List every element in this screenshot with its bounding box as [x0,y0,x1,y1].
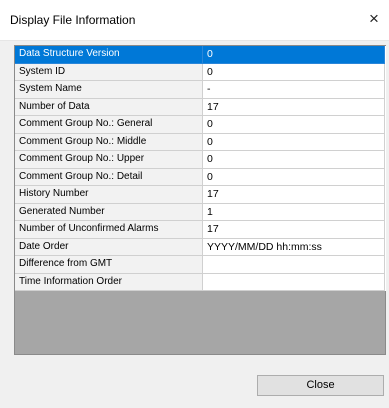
grid-row-date-order[interactable]: Date Order YYYY/MM/DD hh:mm:ss [15,238,386,256]
window-title: Display File Information [10,13,136,27]
grid-row-comment-group-middle[interactable]: Comment Group No.: Middle 0 [15,133,386,151]
grid-row-time-information-order[interactable]: Time Information Order [15,273,386,291]
row-label: Difference from GMT [15,256,203,274]
row-label: Data Structure Version [15,46,203,64]
grid-row-system-id[interactable]: System ID 0 [15,63,386,81]
row-label: Time Information Order [15,273,203,291]
row-value[interactable]: 0 [203,63,385,81]
file-info-grid[interactable]: Data Structure Version 0 System ID 0 Sys… [14,45,386,291]
row-label: Comment Group No.: Middle [15,133,203,151]
grid-row-comment-group-upper[interactable]: Comment Group No.: Upper 0 [15,151,386,169]
row-label: Number of Data [15,98,203,116]
row-label: History Number [15,186,203,204]
row-value[interactable]: 0 [203,133,385,151]
row-value[interactable]: 17 [203,186,385,204]
grid-row-comment-group-detail[interactable]: Comment Group No.: Detail 0 [15,168,386,186]
grid-row-comment-group-general[interactable]: Comment Group No.: General 0 [15,116,386,134]
row-value[interactable]: 0 [203,46,385,64]
row-label: Comment Group No.: Detail [15,168,203,186]
row-value[interactable]: - [203,81,385,99]
row-value[interactable]: 17 [203,98,385,116]
grid-row-history-number[interactable]: History Number 17 [15,186,386,204]
row-value[interactable] [203,256,385,274]
grid-row-generated-number[interactable]: Generated Number 1 [15,203,386,221]
close-icon[interactable]: × [359,0,389,38]
row-label: Generated Number [15,203,203,221]
row-value[interactable] [203,273,385,291]
row-value[interactable]: 0 [203,116,385,134]
row-value[interactable]: 1 [203,203,385,221]
row-label: Comment Group No.: Upper [15,151,203,169]
grid-row-difference-from-gmt[interactable]: Difference from GMT [15,256,386,274]
close-button[interactable]: Close [257,375,384,396]
row-label: System ID [15,63,203,81]
title-bar: Display File Information × [0,0,389,41]
row-label: System Name [15,81,203,99]
grid-row-system-name[interactable]: System Name - [15,81,386,99]
grid-row-number-of-data[interactable]: Number of Data 17 [15,98,386,116]
row-value[interactable]: 17 [203,221,385,239]
row-label: Comment Group No.: General [15,116,203,134]
row-label: Date Order [15,238,203,256]
row-label: Number of Unconfirmed Alarms [15,221,203,239]
row-value[interactable]: YYYY/MM/DD hh:mm:ss [203,238,385,256]
row-value[interactable]: 0 [203,151,385,169]
grid-row-data-structure-version[interactable]: Data Structure Version 0 [15,46,386,64]
row-value[interactable]: 0 [203,168,385,186]
grid-row-unconfirmed-alarms[interactable]: Number of Unconfirmed Alarms 17 [15,221,386,239]
